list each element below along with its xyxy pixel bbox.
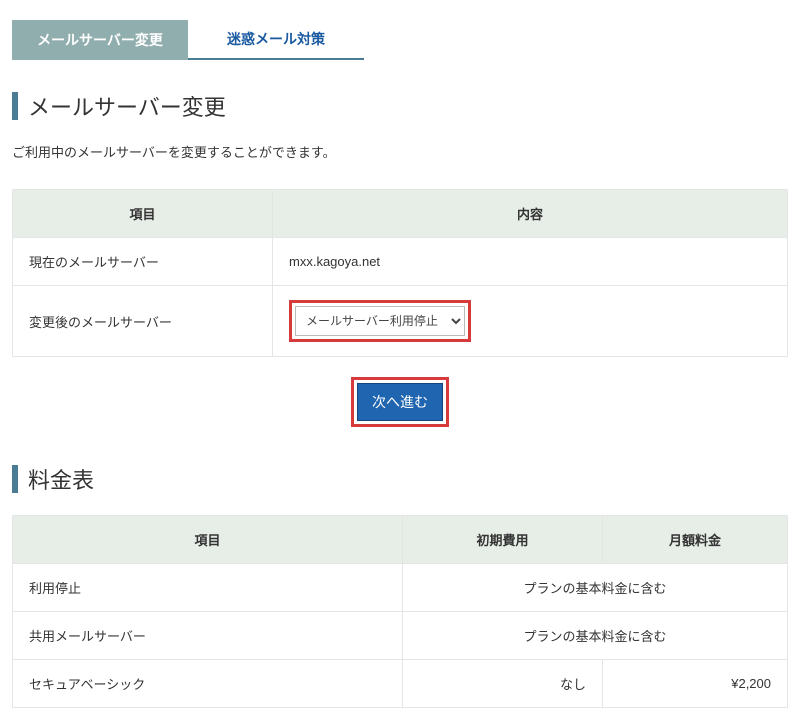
row-after-server: 変更後のメールサーバー メールサーバー利用停止 [13,286,788,357]
label-current-server: 現在のメールサーバー [13,238,273,286]
section-heading-mail-server-change: メールサーバー変更 [12,90,788,122]
plan-name: 共用メールサーバー [13,612,403,660]
plan-init-fee: なし [403,660,603,708]
plan-name: セキュアベーシック [13,660,403,708]
section-heading-pricing: 料金表 [12,463,788,495]
tabs: メールサーバー変更 迷惑メール対策 [12,20,788,60]
pricing-table: 項目 初期費用 月額料金 利用停止 プランの基本料金に含む 共用メールサーバー … [12,515,788,708]
mail-server-config-table: 項目 内容 現在のメールサーバー mxx.kagoya.net 変更後のメールサ… [12,189,788,357]
col-item-header: 項目 [13,516,403,564]
section-description: ご利用中のメールサーバーを変更することができます。 [12,142,788,161]
button-row: 次へ進む [12,377,788,427]
heading-text: 料金表 [28,463,94,495]
tab-spam-settings[interactable]: 迷惑メール対策 [188,20,364,60]
button-highlight-box: 次へ進む [351,377,449,427]
plan-fee-merged: プランの基本料金に含む [403,564,788,612]
col-item-header: 項目 [13,190,273,238]
col-content-header: 内容 [273,190,788,238]
heading-text: メールサーバー変更 [28,90,226,122]
plan-monthly-fee: ¥2,200 [603,660,788,708]
plan-fee-merged: プランの基本料金に含む [403,612,788,660]
pricing-row: 利用停止 プランの基本料金に含む [13,564,788,612]
pricing-row: 共用メールサーバー プランの基本料金に含む [13,612,788,660]
after-server-select[interactable]: メールサーバー利用停止 [295,306,465,336]
tab-mail-server-change[interactable]: メールサーバー変更 [12,20,188,60]
value-current-server: mxx.kagoya.net [273,238,788,286]
plan-name: 利用停止 [13,564,403,612]
next-button[interactable]: 次へ進む [357,383,443,421]
heading-accent-bar [12,92,18,120]
col-init-fee-header: 初期費用 [403,516,603,564]
heading-accent-bar [12,465,18,493]
label-after-server: 変更後のメールサーバー [13,286,273,357]
cell-after-server: メールサーバー利用停止 [273,286,788,357]
pricing-row: セキュアベーシック なし ¥2,200 [13,660,788,708]
select-highlight-box: メールサーバー利用停止 [289,300,471,342]
col-monthly-fee-header: 月額料金 [603,516,788,564]
row-current-server: 現在のメールサーバー mxx.kagoya.net [13,238,788,286]
